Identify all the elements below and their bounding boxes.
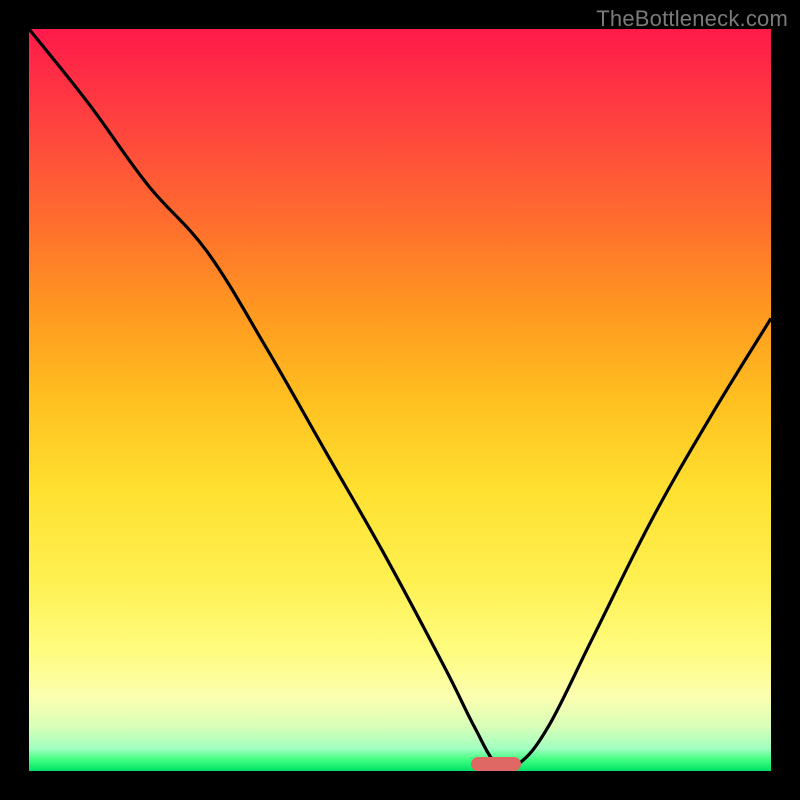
curve-line [29, 29, 771, 769]
minimum-marker [471, 757, 521, 771]
bottleneck-curve [29, 29, 771, 771]
chart-plot-area [29, 29, 771, 771]
watermark-text: TheBottleneck.com [596, 6, 788, 32]
